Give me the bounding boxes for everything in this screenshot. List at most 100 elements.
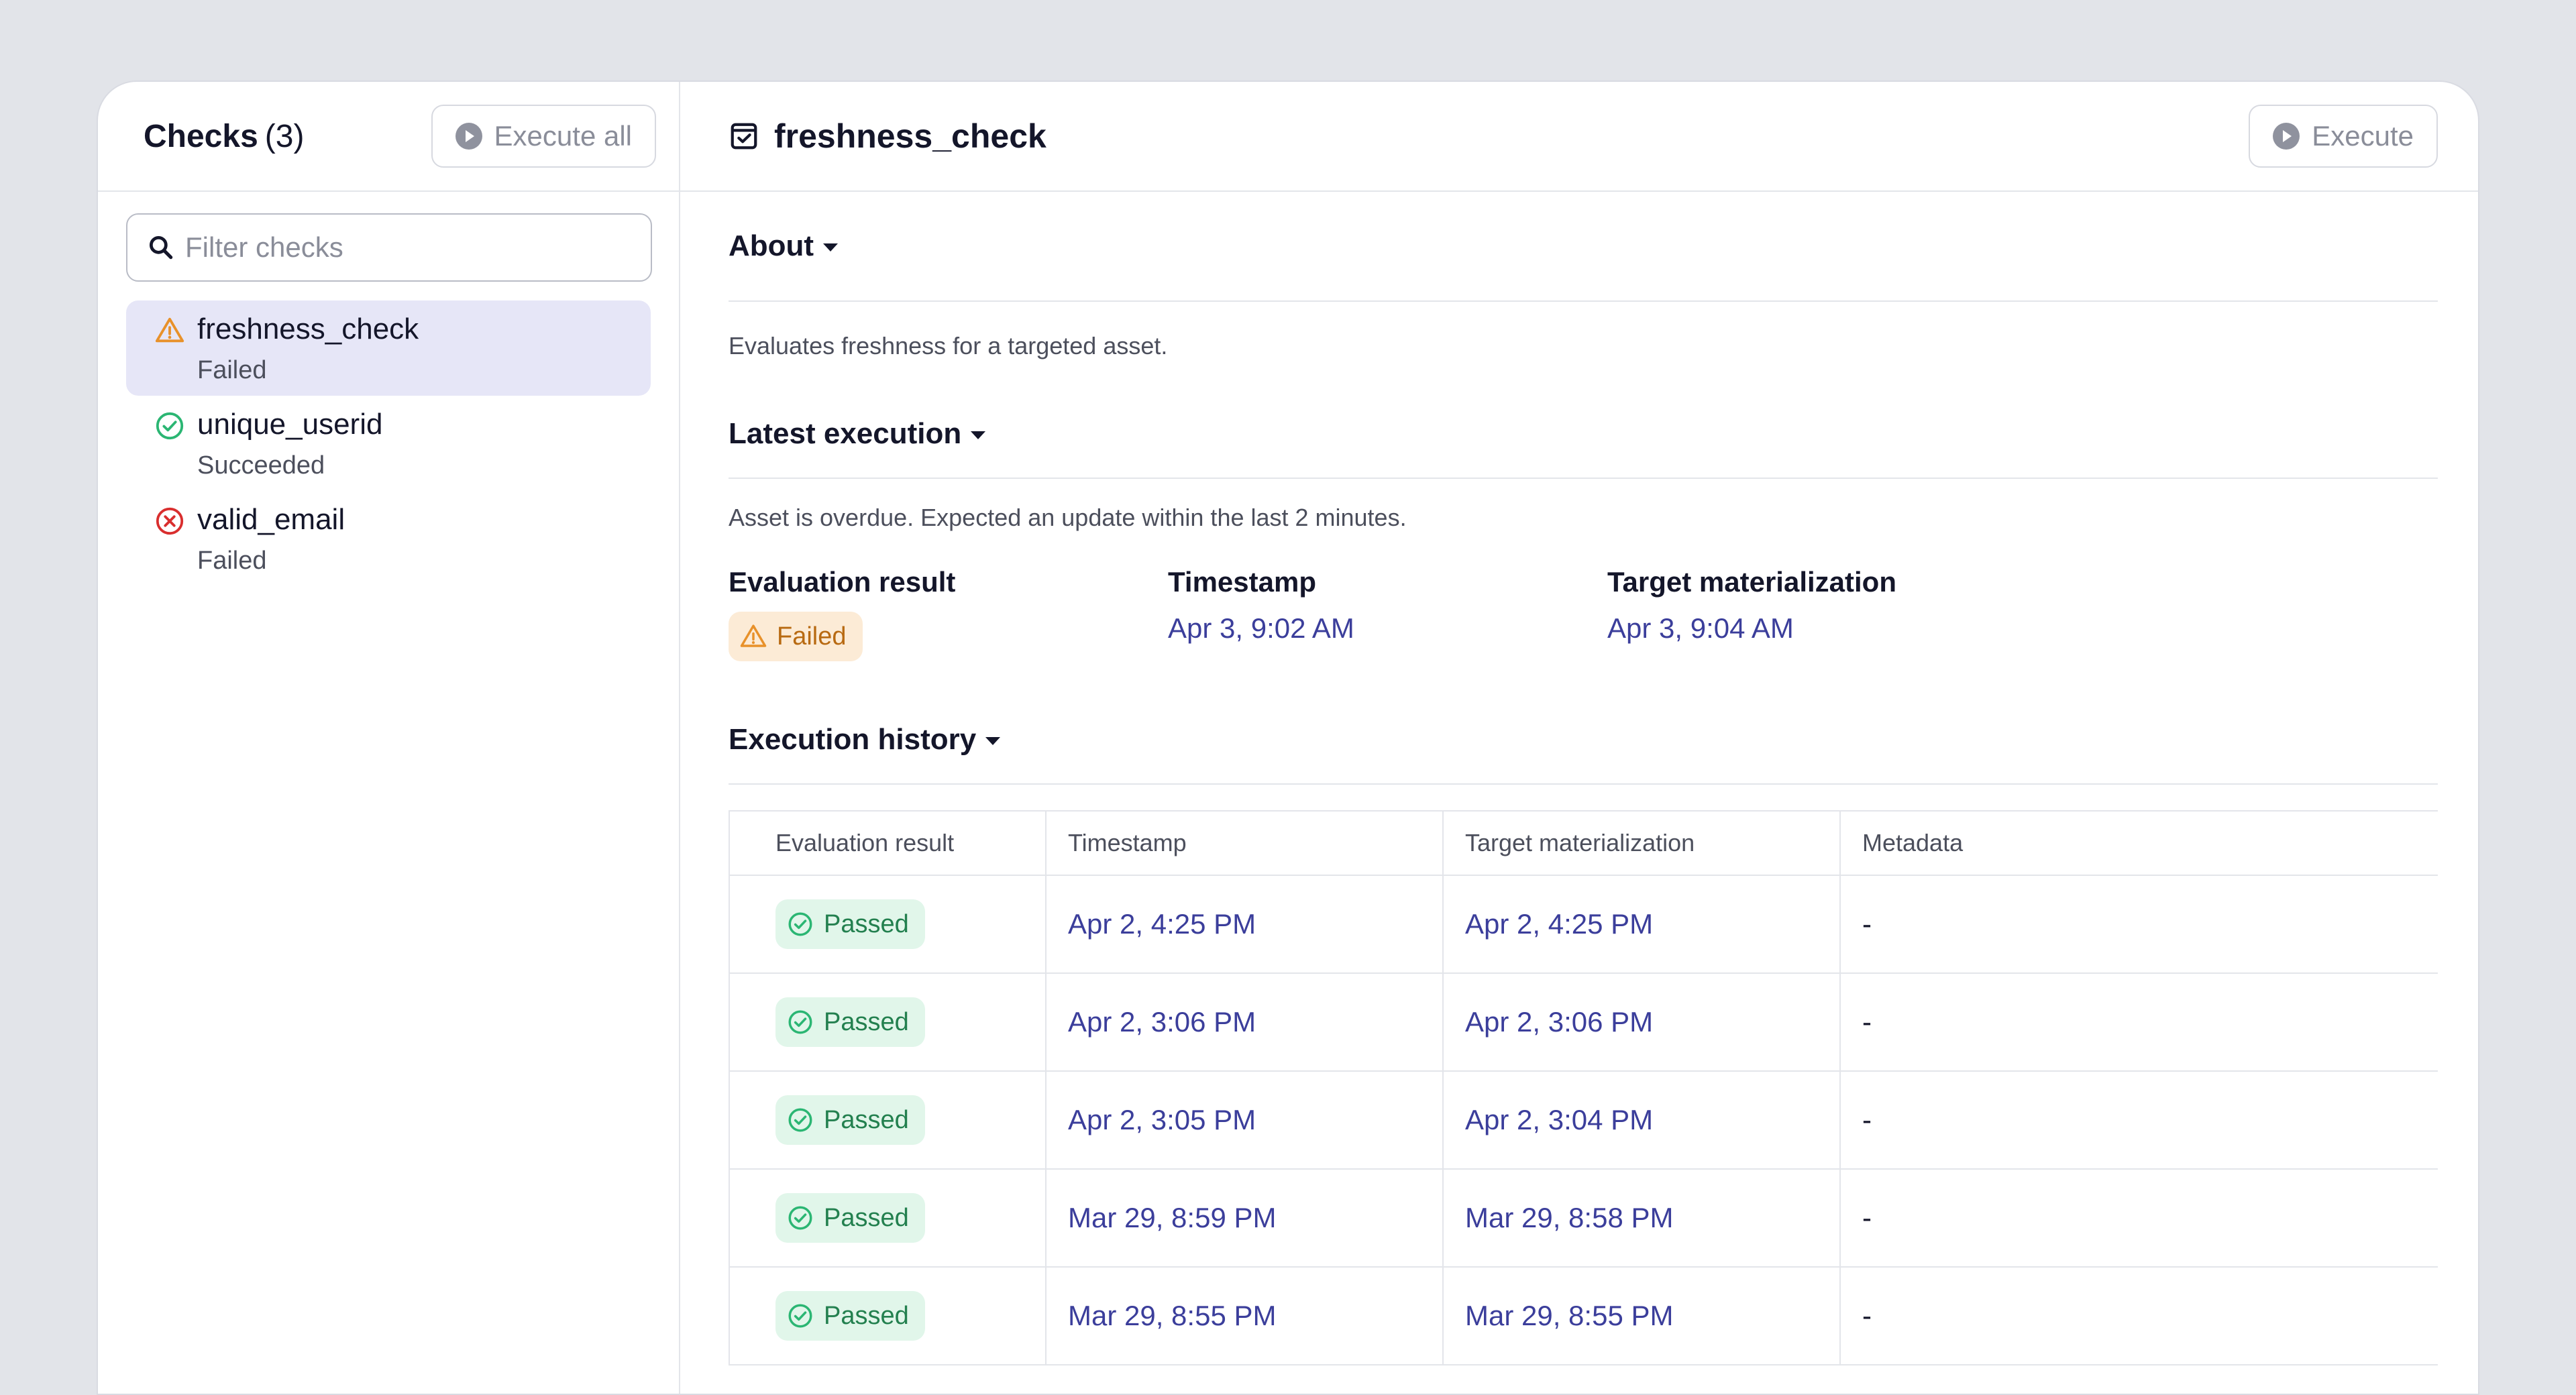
target-materialization-label: Target materialization xyxy=(1607,566,1896,598)
warning-icon xyxy=(155,317,184,343)
column-header-metadata: Metadata xyxy=(1839,810,2438,876)
table-row: Passed Apr 2, 4:25 PM Apr 2, 4:25 PM - xyxy=(729,875,2438,974)
table-row: Passed Mar 29, 8:55 PM Mar 29, 8:55 PM - xyxy=(729,1266,2438,1365)
status-badge-label: Passed xyxy=(824,1007,909,1036)
page-title: freshness_check xyxy=(774,117,1046,155)
check-item-valid-email[interactable]: valid_email Failed xyxy=(126,491,651,586)
table-row: Passed Mar 29, 8:59 PM Mar 29, 8:58 PM - xyxy=(729,1168,2438,1268)
caret-down-icon xyxy=(823,243,839,252)
execute-all-label: Execute all xyxy=(494,120,632,152)
detail-content: About Evaluates freshness for a targeted… xyxy=(729,192,2438,1365)
status-badge-passed: Passed xyxy=(775,1291,925,1341)
metadata-cell: - xyxy=(1839,875,2438,974)
execution-history-heading: Execution history xyxy=(729,723,977,756)
check-item-unique-userid[interactable]: unique_userid Succeeded xyxy=(126,396,651,491)
latest-execution-toggle[interactable]: Latest execution xyxy=(729,390,2438,479)
execute-label: Execute xyxy=(2312,120,2414,152)
check-circle-icon xyxy=(156,412,184,440)
status-badge-label: Passed xyxy=(824,909,909,938)
check-name: unique_userid xyxy=(197,408,383,441)
target-materialization-link[interactable]: Mar 29, 8:58 PM xyxy=(1442,1168,1841,1268)
metadata-cell: - xyxy=(1839,1266,2438,1365)
warning-icon xyxy=(740,624,767,647)
timestamp-link[interactable]: Apr 2, 3:05 PM xyxy=(1045,1070,1444,1170)
table-header-row: Evaluation result Timestamp Target mater… xyxy=(729,810,2438,876)
check-square-icon xyxy=(731,123,757,150)
check-item-freshness-check[interactable]: freshness_check Failed xyxy=(126,300,651,396)
caret-down-icon xyxy=(985,737,1001,745)
sidebar-title-label: Checks xyxy=(144,118,258,154)
play-icon xyxy=(455,123,482,150)
execute-all-button[interactable]: Execute all xyxy=(431,105,656,168)
about-description: Evaluates freshness for a targeted asset… xyxy=(729,332,1168,359)
execution-history-table-wrap: Evaluation result Timestamp Target mater… xyxy=(729,810,2438,1365)
detail-title: freshness_check xyxy=(729,117,1046,156)
latest-execution-description: Asset is overdue. Expected an update wit… xyxy=(729,504,1407,531)
about-heading: About xyxy=(729,229,814,262)
evaluation-result-cell: Passed xyxy=(729,875,1046,974)
column-header-timestamp: Timestamp xyxy=(1045,810,1444,876)
check-status: Failed xyxy=(197,356,267,384)
metadata-cell: - xyxy=(1839,1070,2438,1170)
check-detail-panel: freshness_check Execute About Evaluates … xyxy=(680,82,2478,1394)
status-badge-label: Passed xyxy=(824,1203,909,1232)
table-row: Passed Apr 2, 3:05 PM Apr 2, 3:04 PM - xyxy=(729,1070,2438,1170)
target-materialization-field: Target materialization Apr 3, 9:04 AM xyxy=(1607,557,2047,696)
table-row: Passed Apr 2, 3:06 PM Apr 2, 3:06 PM - xyxy=(729,972,2438,1072)
sidebar-title: Checks (3) xyxy=(144,118,304,155)
metadata-cell: - xyxy=(1839,1168,2438,1268)
detail-header: freshness_check Execute xyxy=(680,82,2478,192)
target-materialization-link[interactable]: Apr 3, 9:04 AM xyxy=(1607,608,2047,649)
filter-checks-field[interactable] xyxy=(126,213,652,282)
latest-execution-summary: Evaluation result Failed Timestamp Apr 3… xyxy=(729,557,2438,696)
evaluation-result-field: Evaluation result Failed xyxy=(729,557,1168,696)
status-badge-label: Passed xyxy=(824,1301,909,1330)
checks-count: (3) xyxy=(264,118,305,154)
execute-button[interactable]: Execute xyxy=(2249,105,2438,168)
timestamp-link[interactable]: Mar 29, 8:59 PM xyxy=(1045,1168,1444,1268)
check-circle-icon xyxy=(788,1108,812,1132)
sidebar-header: Checks (3) Execute all xyxy=(98,82,679,192)
evaluation-result-cell: Passed xyxy=(729,972,1046,1072)
evaluation-result-cell: Passed xyxy=(729,1266,1046,1365)
execution-history-table: Evaluation result Timestamp Target mater… xyxy=(729,810,2438,1365)
evaluation-result-cell: Passed xyxy=(729,1070,1046,1170)
check-status: Succeeded xyxy=(197,451,325,480)
timestamp-label: Timestamp xyxy=(1168,566,1316,598)
check-circle-icon xyxy=(788,912,812,936)
target-materialization-link[interactable]: Apr 2, 3:06 PM xyxy=(1442,972,1841,1072)
column-header-target-materialization: Target materialization xyxy=(1442,810,1841,876)
evaluation-result-cell: Passed xyxy=(729,1168,1046,1268)
play-icon xyxy=(2273,123,2300,150)
search-icon xyxy=(149,235,173,260)
timestamp-link[interactable]: Apr 2, 4:25 PM xyxy=(1045,875,1444,974)
check-circle-icon xyxy=(788,1206,812,1230)
target-materialization-link[interactable]: Apr 2, 3:04 PM xyxy=(1442,1070,1841,1170)
timestamp-link[interactable]: Mar 29, 8:55 PM xyxy=(1045,1266,1444,1365)
check-name: freshness_check xyxy=(197,313,419,345)
check-name: valid_email xyxy=(197,503,345,536)
status-badge-label: Passed xyxy=(824,1105,909,1134)
status-badge-passed: Passed xyxy=(775,1095,925,1145)
timestamp-link[interactable]: Apr 2, 3:06 PM xyxy=(1045,972,1444,1072)
checks-list: freshness_check Failed unique_userid Suc… xyxy=(126,300,651,586)
target-materialization-link[interactable]: Apr 2, 4:25 PM xyxy=(1442,875,1841,974)
column-header-evaluation-result: Evaluation result xyxy=(729,810,1046,876)
timestamp-field: Timestamp Apr 3, 9:02 AM xyxy=(1168,557,1607,696)
check-circle-icon xyxy=(788,1304,812,1328)
checks-window: Checks(3) Execute all freshness_che xyxy=(97,80,2479,1395)
check-circle-icon xyxy=(788,1010,812,1034)
execution-history-toggle[interactable]: Execution history xyxy=(729,696,2438,785)
status-badge-failed: Failed xyxy=(729,612,863,661)
latest-execution-heading: Latest execution xyxy=(729,417,962,450)
status-badge-passed: Passed xyxy=(775,899,925,949)
status-badge-label: Failed xyxy=(777,622,847,651)
metadata-cell: - xyxy=(1839,972,2438,1072)
caret-down-icon xyxy=(971,431,986,439)
evaluation-result-label: Evaluation result xyxy=(729,566,956,598)
timestamp-link[interactable]: Apr 3, 9:02 AM xyxy=(1168,608,1607,649)
status-badge-passed: Passed xyxy=(775,1193,925,1243)
about-section-toggle[interactable]: About xyxy=(729,192,2438,302)
filter-checks-input[interactable] xyxy=(185,231,628,264)
target-materialization-link[interactable]: Mar 29, 8:55 PM xyxy=(1442,1266,1841,1365)
